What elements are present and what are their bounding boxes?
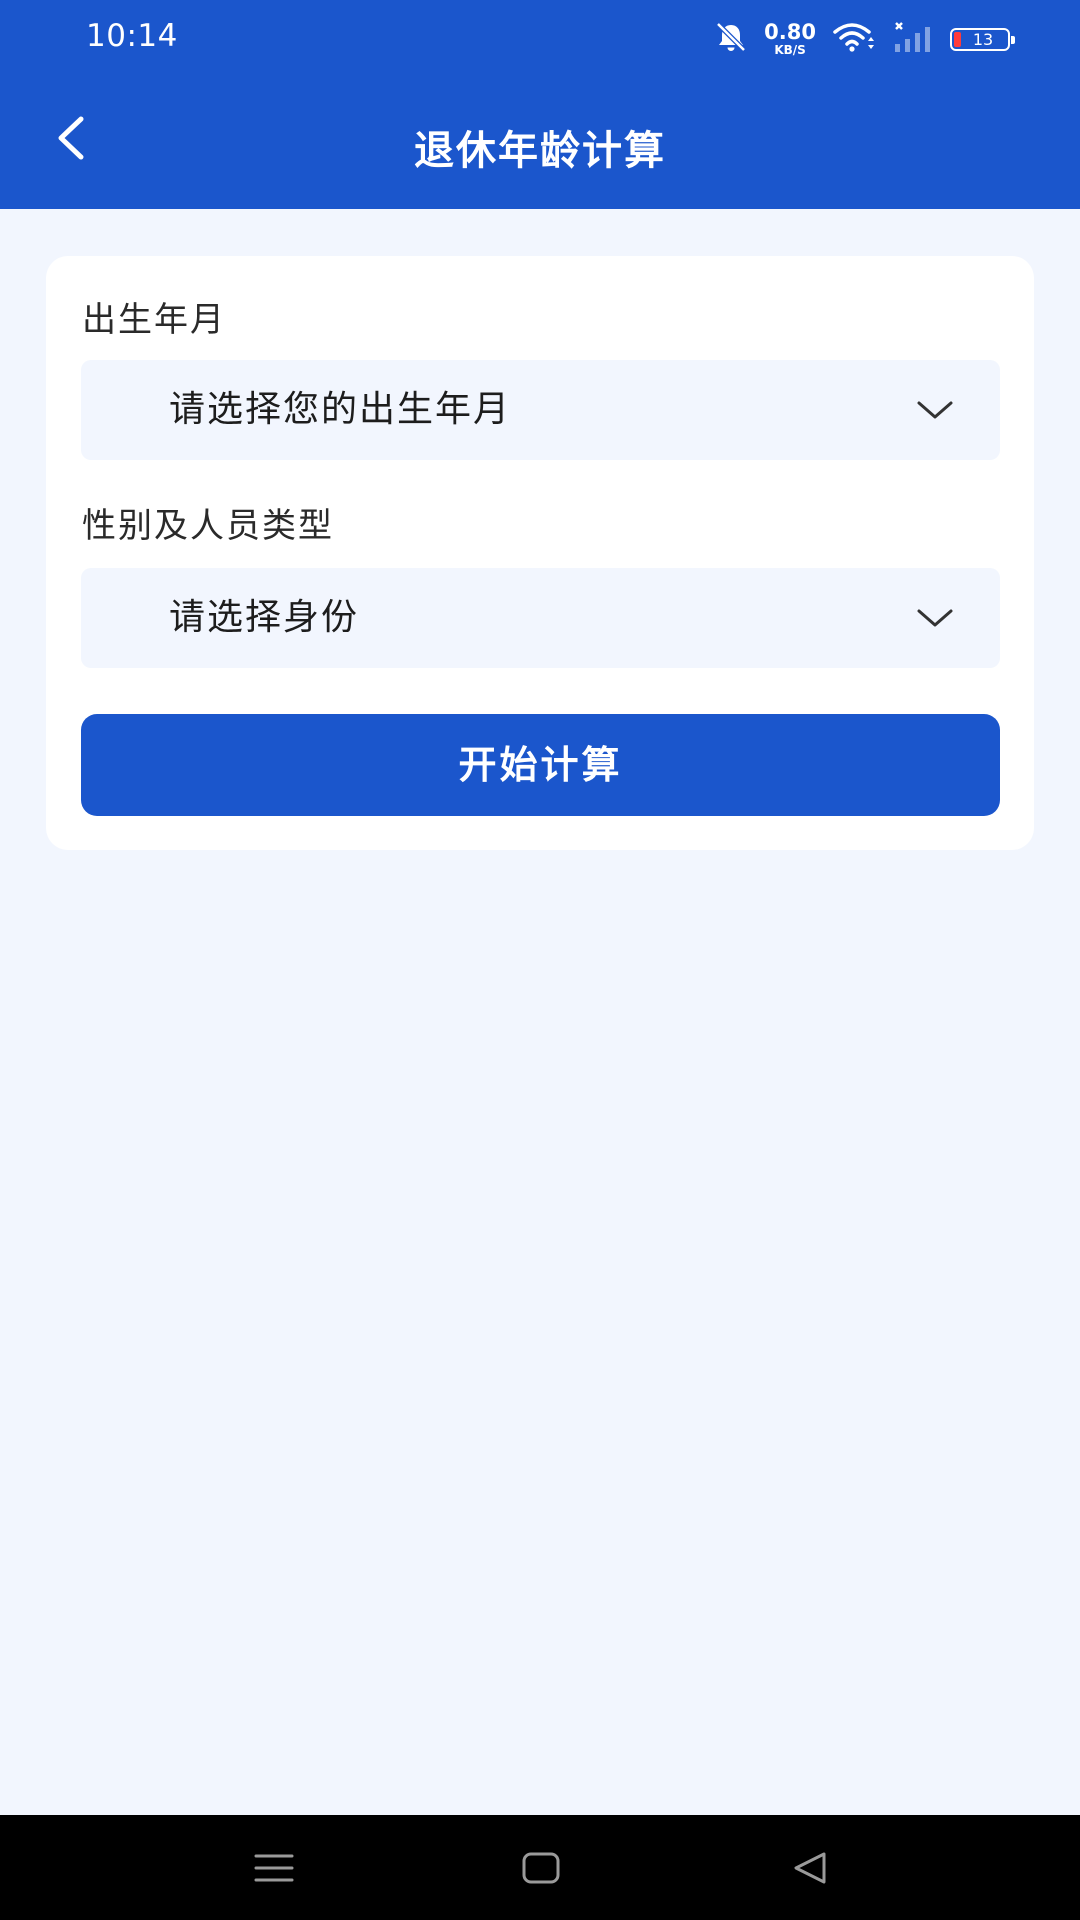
start-calculation-button[interactable]: 开始计算 [81, 714, 1000, 816]
birth-date-label: 出生年月 [82, 300, 226, 340]
chevron-down-icon [915, 396, 955, 424]
chevron-down-icon [915, 604, 955, 632]
system-navigation-bar [0, 1815, 1080, 1920]
network-speed-unit: KB/S [774, 43, 806, 57]
status-icons: 0.80 KB/S 13 [714, 18, 1015, 60]
bell-muted-icon [714, 20, 748, 58]
status-bar: 10:14 0.80 KB/S 13 [0, 0, 1080, 78]
retirement-form-card: 出生年月 请选择您的出生年月 性别及人员类型 请选择身份 开始计算 [46, 256, 1034, 850]
birth-date-select[interactable]: 请选择您的出生年月 [81, 360, 1000, 460]
battery-level: 13 [972, 29, 994, 49]
battery-fill [954, 31, 961, 47]
wifi-icon [832, 20, 876, 58]
network-speed: 0.80 KB/S [764, 20, 816, 57]
menu-button[interactable] [246, 1845, 302, 1895]
identity-placeholder: 请选择身份 [169, 597, 360, 638]
page-title: 退休年龄计算 [414, 128, 666, 174]
birth-date-placeholder: 请选择您的出生年月 [169, 389, 512, 430]
network-speed-value: 0.80 [764, 20, 816, 44]
system-back-button[interactable] [782, 1845, 838, 1895]
status-time: 10:14 [86, 18, 178, 54]
identity-label: 性别及人员类型 [82, 506, 334, 546]
app-header: 10:14 0.80 KB/S 13 退休年龄计算 [0, 0, 1080, 209]
back-triangle-icon [790, 1850, 830, 1890]
signal-icon [892, 20, 934, 58]
menu-icon [252, 1850, 296, 1890]
identity-select[interactable]: 请选择身份 [81, 568, 1000, 668]
nav-bar: 退休年龄计算 [0, 78, 1080, 209]
home-icon [521, 1850, 561, 1890]
battery-icon: 13 [950, 27, 1015, 51]
home-button[interactable] [513, 1845, 569, 1895]
